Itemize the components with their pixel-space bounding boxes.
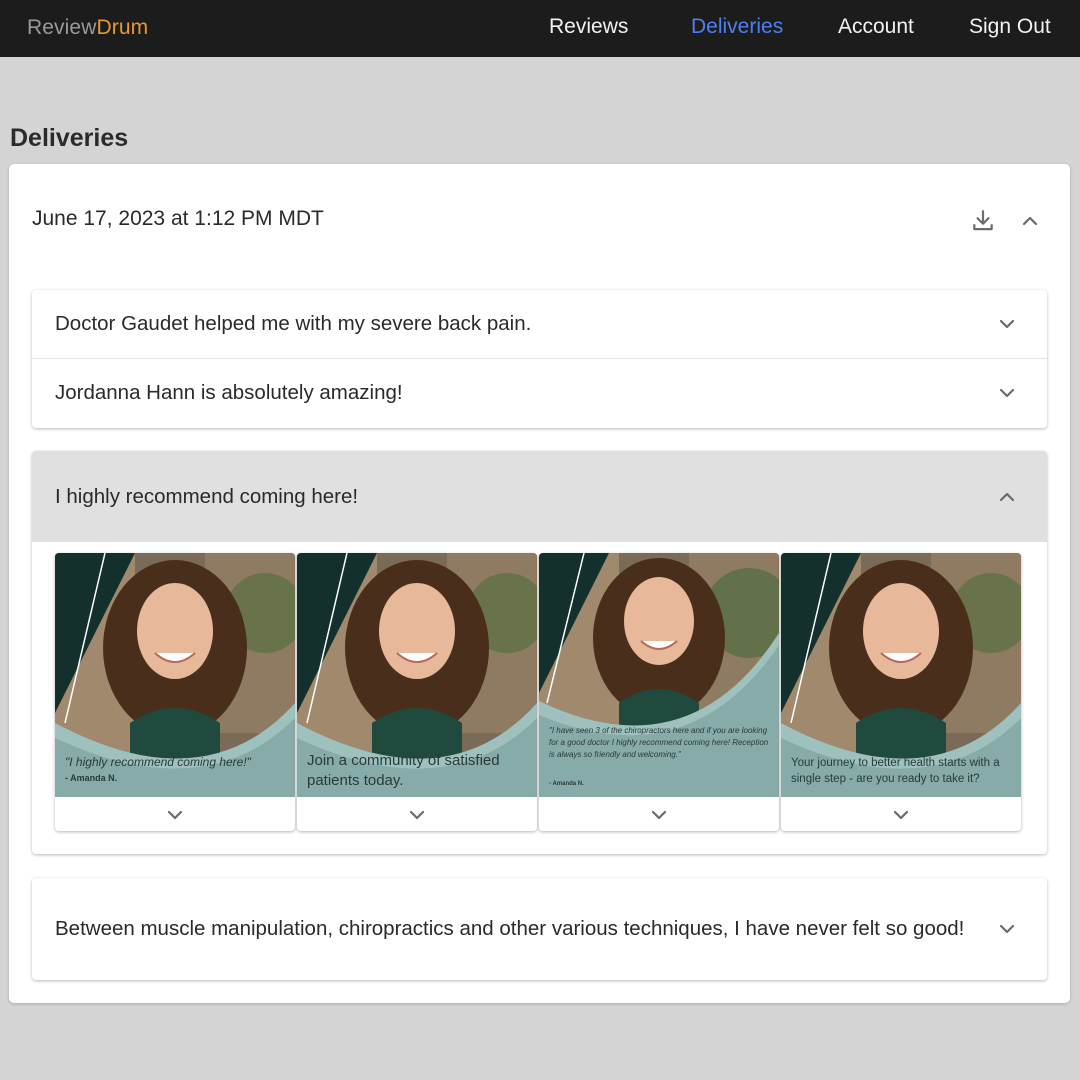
chevron-down-icon[interactable]: [995, 312, 1019, 336]
graphic-caption: "I have seen 3 of the chiropractors here…: [549, 726, 769, 759]
brand-name-part2: Drum: [96, 16, 149, 39]
chevron-down-icon[interactable]: [647, 803, 671, 827]
nav-link-deliveries[interactable]: Deliveries: [691, 15, 783, 39]
chevron-down-icon[interactable]: [889, 803, 913, 827]
review-text: Jordanna Hann is absolutely amazing!: [55, 381, 403, 404]
chevron-down-icon[interactable]: [995, 917, 1019, 941]
chevron-up-icon[interactable]: [995, 485, 1019, 509]
chevron-down-icon[interactable]: [163, 803, 187, 827]
review-item[interactable]: Doctor Gaudet helped me with my severe b…: [32, 290, 1047, 358]
review-graphic[interactable]: "I highly recommend coming here!" - Aman…: [55, 553, 295, 831]
nav-link-account[interactable]: Account: [838, 15, 914, 39]
download-button[interactable]: [966, 204, 1000, 238]
review-graphic[interactable]: Join a community of satisfied patients t…: [297, 553, 537, 831]
graphic-author: - Amanda N.: [549, 781, 584, 787]
collapse-delivery-button[interactable]: [1013, 204, 1047, 238]
review-item[interactable]: Between muscle manipulation, chiropracti…: [32, 878, 1047, 980]
nav-link-reviews[interactable]: Reviews: [549, 15, 628, 39]
review-graphic[interactable]: Your journey to better health starts wit…: [781, 553, 1021, 831]
graphic-caption: Your journey to better health starts wit…: [791, 757, 1000, 785]
review-item-expanded[interactable]: I highly recommend coming here!: [32, 451, 1047, 542]
graphic-caption: "I highly recommend coming here!": [65, 755, 251, 769]
review-text: I highly recommend coming here!: [55, 484, 359, 508]
brand-logo[interactable]: ReviewDrum: [27, 16, 148, 40]
nav-link-sign-out[interactable]: Sign Out: [969, 15, 1051, 39]
review-accordion: Between muscle manipulation, chiropracti…: [32, 878, 1047, 980]
graphics-row: "I highly recommend coming here!" - Aman…: [55, 553, 1025, 833]
chevron-down-icon[interactable]: [405, 803, 429, 827]
review-accordion-expanded: I highly recommend coming here! "I highl…: [32, 451, 1047, 854]
review-text: Doctor Gaudet helped me with my severe b…: [55, 312, 532, 335]
top-navbar: ReviewDrum Reviews Deliveries Account Si…: [0, 0, 1080, 57]
review-graphic[interactable]: "I have seen 3 of the chiropractors here…: [539, 553, 779, 831]
review-item[interactable]: Jordanna Hann is absolutely amazing!: [32, 359, 1047, 427]
download-icon: [973, 210, 993, 231]
page-title: Deliveries: [10, 124, 129, 152]
delivery-card: June 17, 2023 at 1:12 PM MDT Doctor Gaud…: [9, 164, 1070, 1003]
brand-name-part1: Review: [27, 16, 97, 39]
graphic-author: - Amanda N.: [65, 773, 118, 783]
delivery-date: June 17, 2023 at 1:12 PM MDT: [32, 207, 324, 230]
chevron-up-icon: [1022, 216, 1038, 226]
graphic-caption: Join a community of satisfied patients t…: [307, 752, 500, 789]
review-text: Between muscle manipulation, chiropracti…: [55, 917, 965, 940]
chevron-down-icon[interactable]: [995, 381, 1019, 405]
review-accordion-group: Doctor Gaudet helped me with my severe b…: [32, 290, 1047, 428]
